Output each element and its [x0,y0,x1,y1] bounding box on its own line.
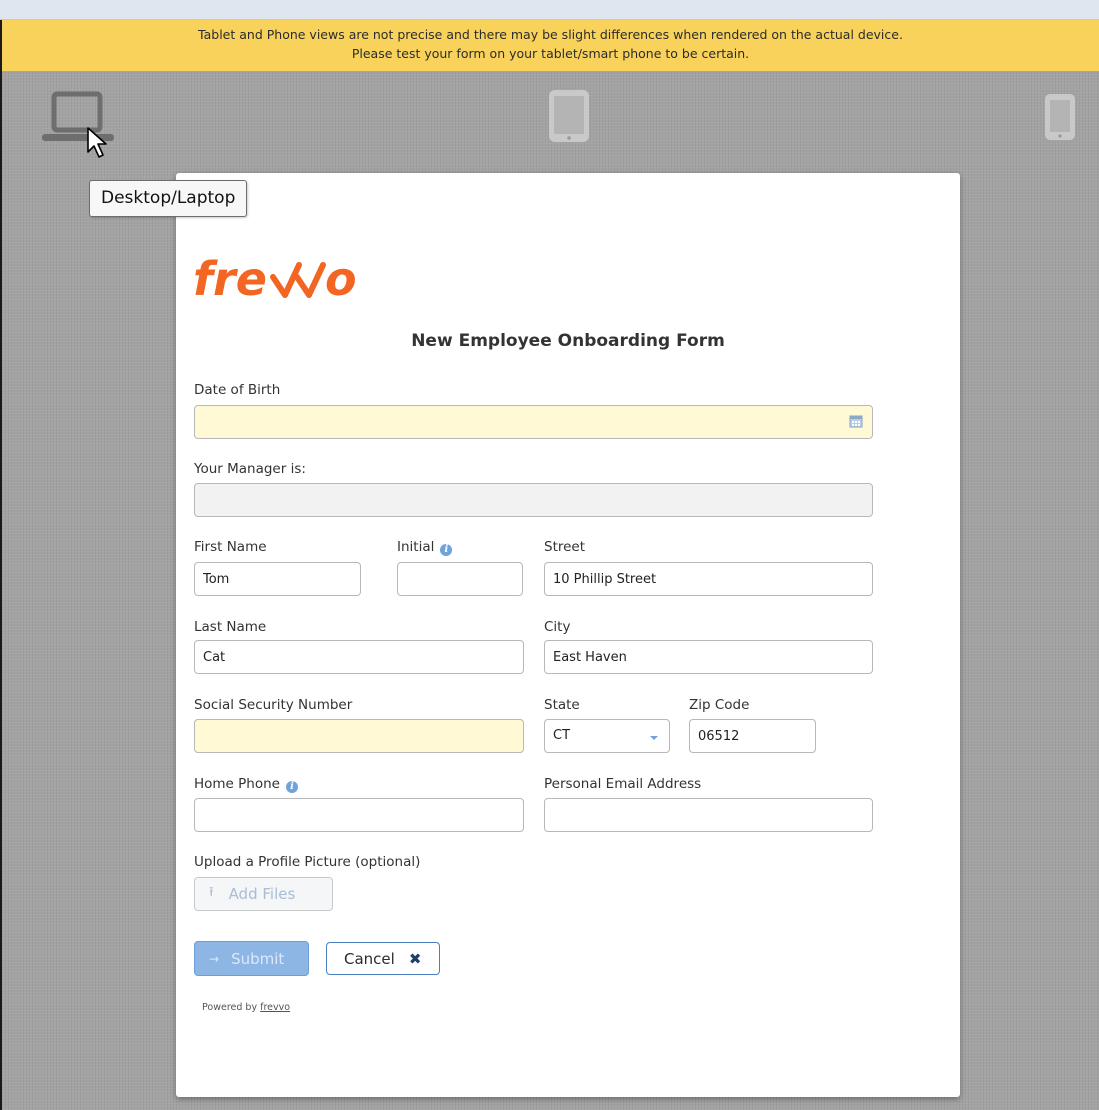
first-name-input[interactable] [194,562,361,596]
submit-label: Submit [231,949,285,968]
submit-button[interactable]: → Submit [194,941,309,976]
initial-label-wrap: Initial i [397,539,453,556]
cancel-label: Cancel [344,949,395,968]
top-toolbar-strip [0,0,1099,20]
add-files-button[interactable]: ⭱ Add Files [194,877,333,911]
phone-icon[interactable] [1043,92,1077,144]
initial-label: Initial [397,539,435,555]
device-tooltip: Desktop/Laptop [89,180,248,217]
state-selected-value: CT [553,728,571,743]
device-warning-banner: Tablet and Phone views are not precise a… [2,20,1099,71]
ssn-label: Social Security Number [194,697,353,713]
home-phone-input[interactable] [194,798,524,832]
form-title: New Employee Onboarding Form [411,331,725,351]
upload-icon: ⭱ [209,885,214,900]
info-icon[interactable]: i [285,781,298,793]
street-input[interactable] [544,562,873,596]
sign-in-icon: → [209,951,220,966]
zip-input[interactable] [689,719,816,753]
svg-text:fre: fre [193,252,267,306]
city-label: City [544,619,571,635]
ssn-input[interactable] [194,719,524,753]
svg-text:o: o [325,252,357,306]
banner-line-1: Tablet and Phone views are not precise a… [198,27,903,42]
home-phone-label: Home Phone [194,776,280,792]
powered-by: Powered by frevvo [202,1002,290,1013]
upload-label: Upload a Profile Picture (optional) [194,854,421,870]
info-icon[interactable]: i [440,544,453,556]
state-label: State [544,697,580,713]
zip-label: Zip Code [689,697,750,713]
date-of-birth-input[interactable] [194,405,873,439]
chevron-down-icon[interactable] [649,735,659,741]
mouse-cursor-icon [87,127,107,158]
close-icon: ✖ [408,949,422,968]
last-name-input[interactable] [194,640,524,674]
home-phone-label-wrap: Home Phone i [194,776,298,793]
banner-line-2: Please test your form on your tablet/sma… [351,46,750,61]
powered-by-link[interactable]: frevvo [260,1002,290,1013]
email-input[interactable] [544,798,873,832]
city-input[interactable] [544,640,873,674]
powered-by-text: Powered by [202,1002,258,1013]
cancel-button[interactable]: Cancel ✖ [326,942,440,975]
date-of-birth-label: Date of Birth [194,382,281,398]
last-name-label: Last Name [194,619,267,635]
calendar-icon[interactable] [849,414,863,428]
frevvo-logo: fre o [193,252,357,306]
tablet-icon[interactable] [545,88,593,144]
add-files-label: Add Files [228,885,296,903]
street-label: Street [544,539,586,555]
manager-input[interactable] [194,483,873,517]
first-name-label: First Name [194,539,267,555]
initial-input[interactable] [397,562,523,596]
email-label: Personal Email Address [544,776,702,792]
manager-label: Your Manager is: [194,461,306,477]
